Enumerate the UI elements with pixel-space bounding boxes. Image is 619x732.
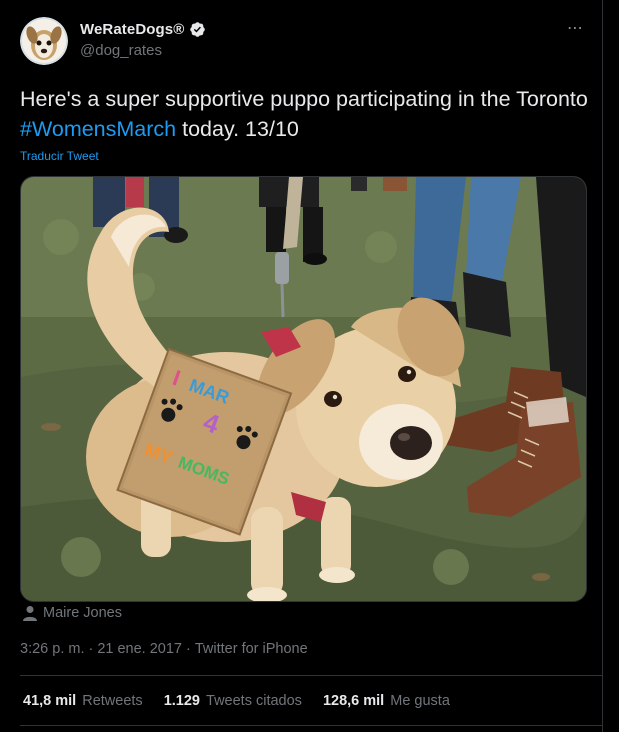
person-icon	[23, 606, 37, 621]
tweet-time[interactable]: 3:26 p. m.	[20, 641, 84, 657]
divider	[20, 725, 602, 726]
tweet-text-before: Here's a super supportive puppo particip…	[20, 87, 588, 111]
author-display-name[interactable]: WeRateDogs®	[80, 21, 184, 38]
likes-count: 128,6 mil	[322, 693, 385, 709]
meta-separator: ·	[186, 641, 191, 657]
quote-tweets-count: 1.129	[163, 693, 200, 709]
retweets-stat[interactable]: 41,8 mil Retweets	[23, 693, 143, 709]
likes-label: Me gusta	[390, 693, 450, 709]
verified-badge-icon	[190, 22, 206, 37]
tweet-detail: WeRateDogs® @dog_rates ⋯ Here's a super …	[0, 0, 603, 732]
meta-separator: ·	[88, 641, 94, 657]
tweet-text-after: today. 13/10	[176, 117, 299, 141]
author-name-row[interactable]: WeRateDogs®	[80, 21, 206, 38]
tweet-date[interactable]: 21 ene. 2017	[97, 641, 182, 657]
retweets-label: Retweets	[82, 693, 143, 709]
translate-tweet-link[interactable]: Traducir Tweet	[20, 149, 99, 163]
quote-tweets-stat[interactable]: 1.129 Tweets citados	[164, 693, 302, 709]
avatar[interactable]	[20, 17, 68, 65]
tweet-source[interactable]: Twitter for iPhone	[195, 641, 308, 657]
more-options-icon[interactable]: ⋯	[567, 18, 584, 38]
likes-stat[interactable]: 128,6 mil Me gusta	[323, 693, 450, 709]
photo-credit: Maire Jones	[22, 605, 122, 621]
retweets-count: 41,8 mil	[23, 693, 77, 709]
hashtag-link[interactable]: #WomensMarch	[20, 117, 176, 141]
dog-photo-illustration: I MAR 4 MY MOMS	[21, 177, 586, 601]
engagement-stats: 41,8 mil Retweets 1.129 Tweets citados 1…	[23, 693, 471, 709]
divider	[20, 675, 602, 676]
tweet-timestamp: 3:26 p. m. · 21 ene. 2017 · Twitter for iPho…	[20, 641, 308, 657]
tweet-photo[interactable]: I MAR 4 MY MOMS	[20, 176, 587, 602]
author-handle[interactable]: @dog_rates	[80, 42, 162, 59]
photo-credit-name[interactable]: Maire Jones	[43, 605, 122, 621]
quote-tweets-label: Tweets citados	[206, 693, 302, 709]
tweet-text: Here's a super supportive puppo particip…	[20, 84, 590, 144]
